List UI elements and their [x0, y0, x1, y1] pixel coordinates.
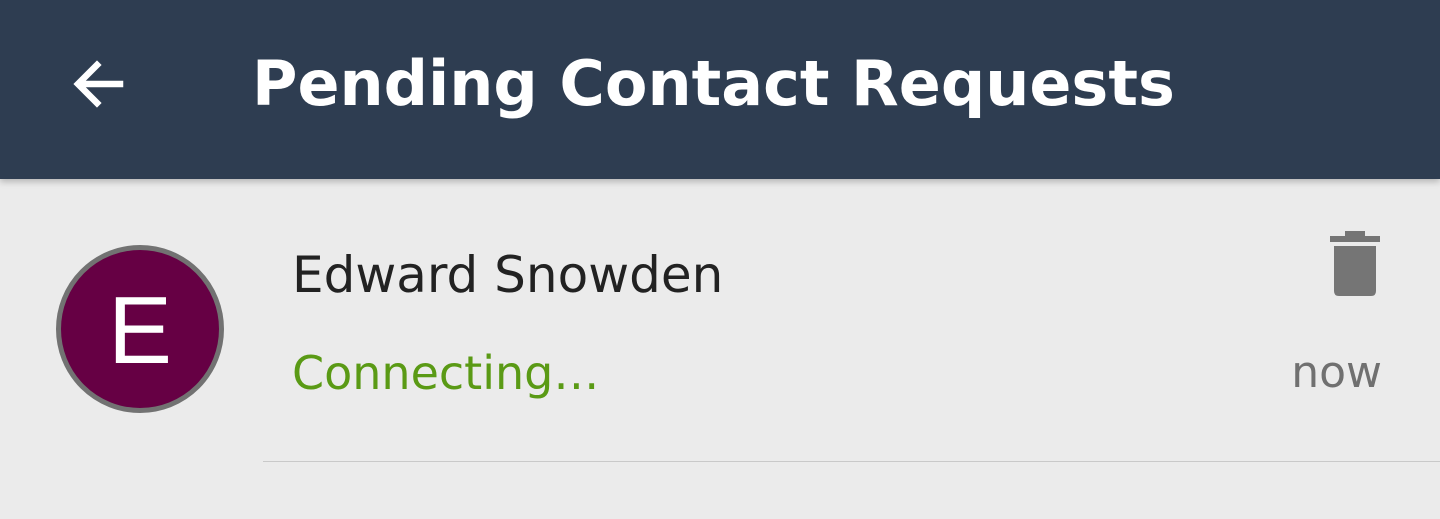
back-button[interactable] [48, 34, 148, 134]
divider [263, 461, 1440, 462]
trash-icon [1330, 231, 1380, 296]
arrow-back-icon [73, 60, 124, 108]
delete-button[interactable] [1310, 219, 1400, 309]
list-item[interactable]: E Edward Snowden Connecting… now [0, 179, 1440, 462]
request-timestamp: now [1291, 347, 1382, 398]
avatar: E [56, 245, 224, 413]
connection-status: Connecting… [292, 346, 600, 400]
request-list: E Edward Snowden Connecting… now [0, 179, 1440, 519]
app-bar: Pending Contact Requests [0, 0, 1440, 179]
avatar-letter: E [107, 277, 173, 384]
page-title: Pending Contact Requests [252, 47, 1175, 120]
contact-name: Edward Snowden [292, 246, 724, 304]
